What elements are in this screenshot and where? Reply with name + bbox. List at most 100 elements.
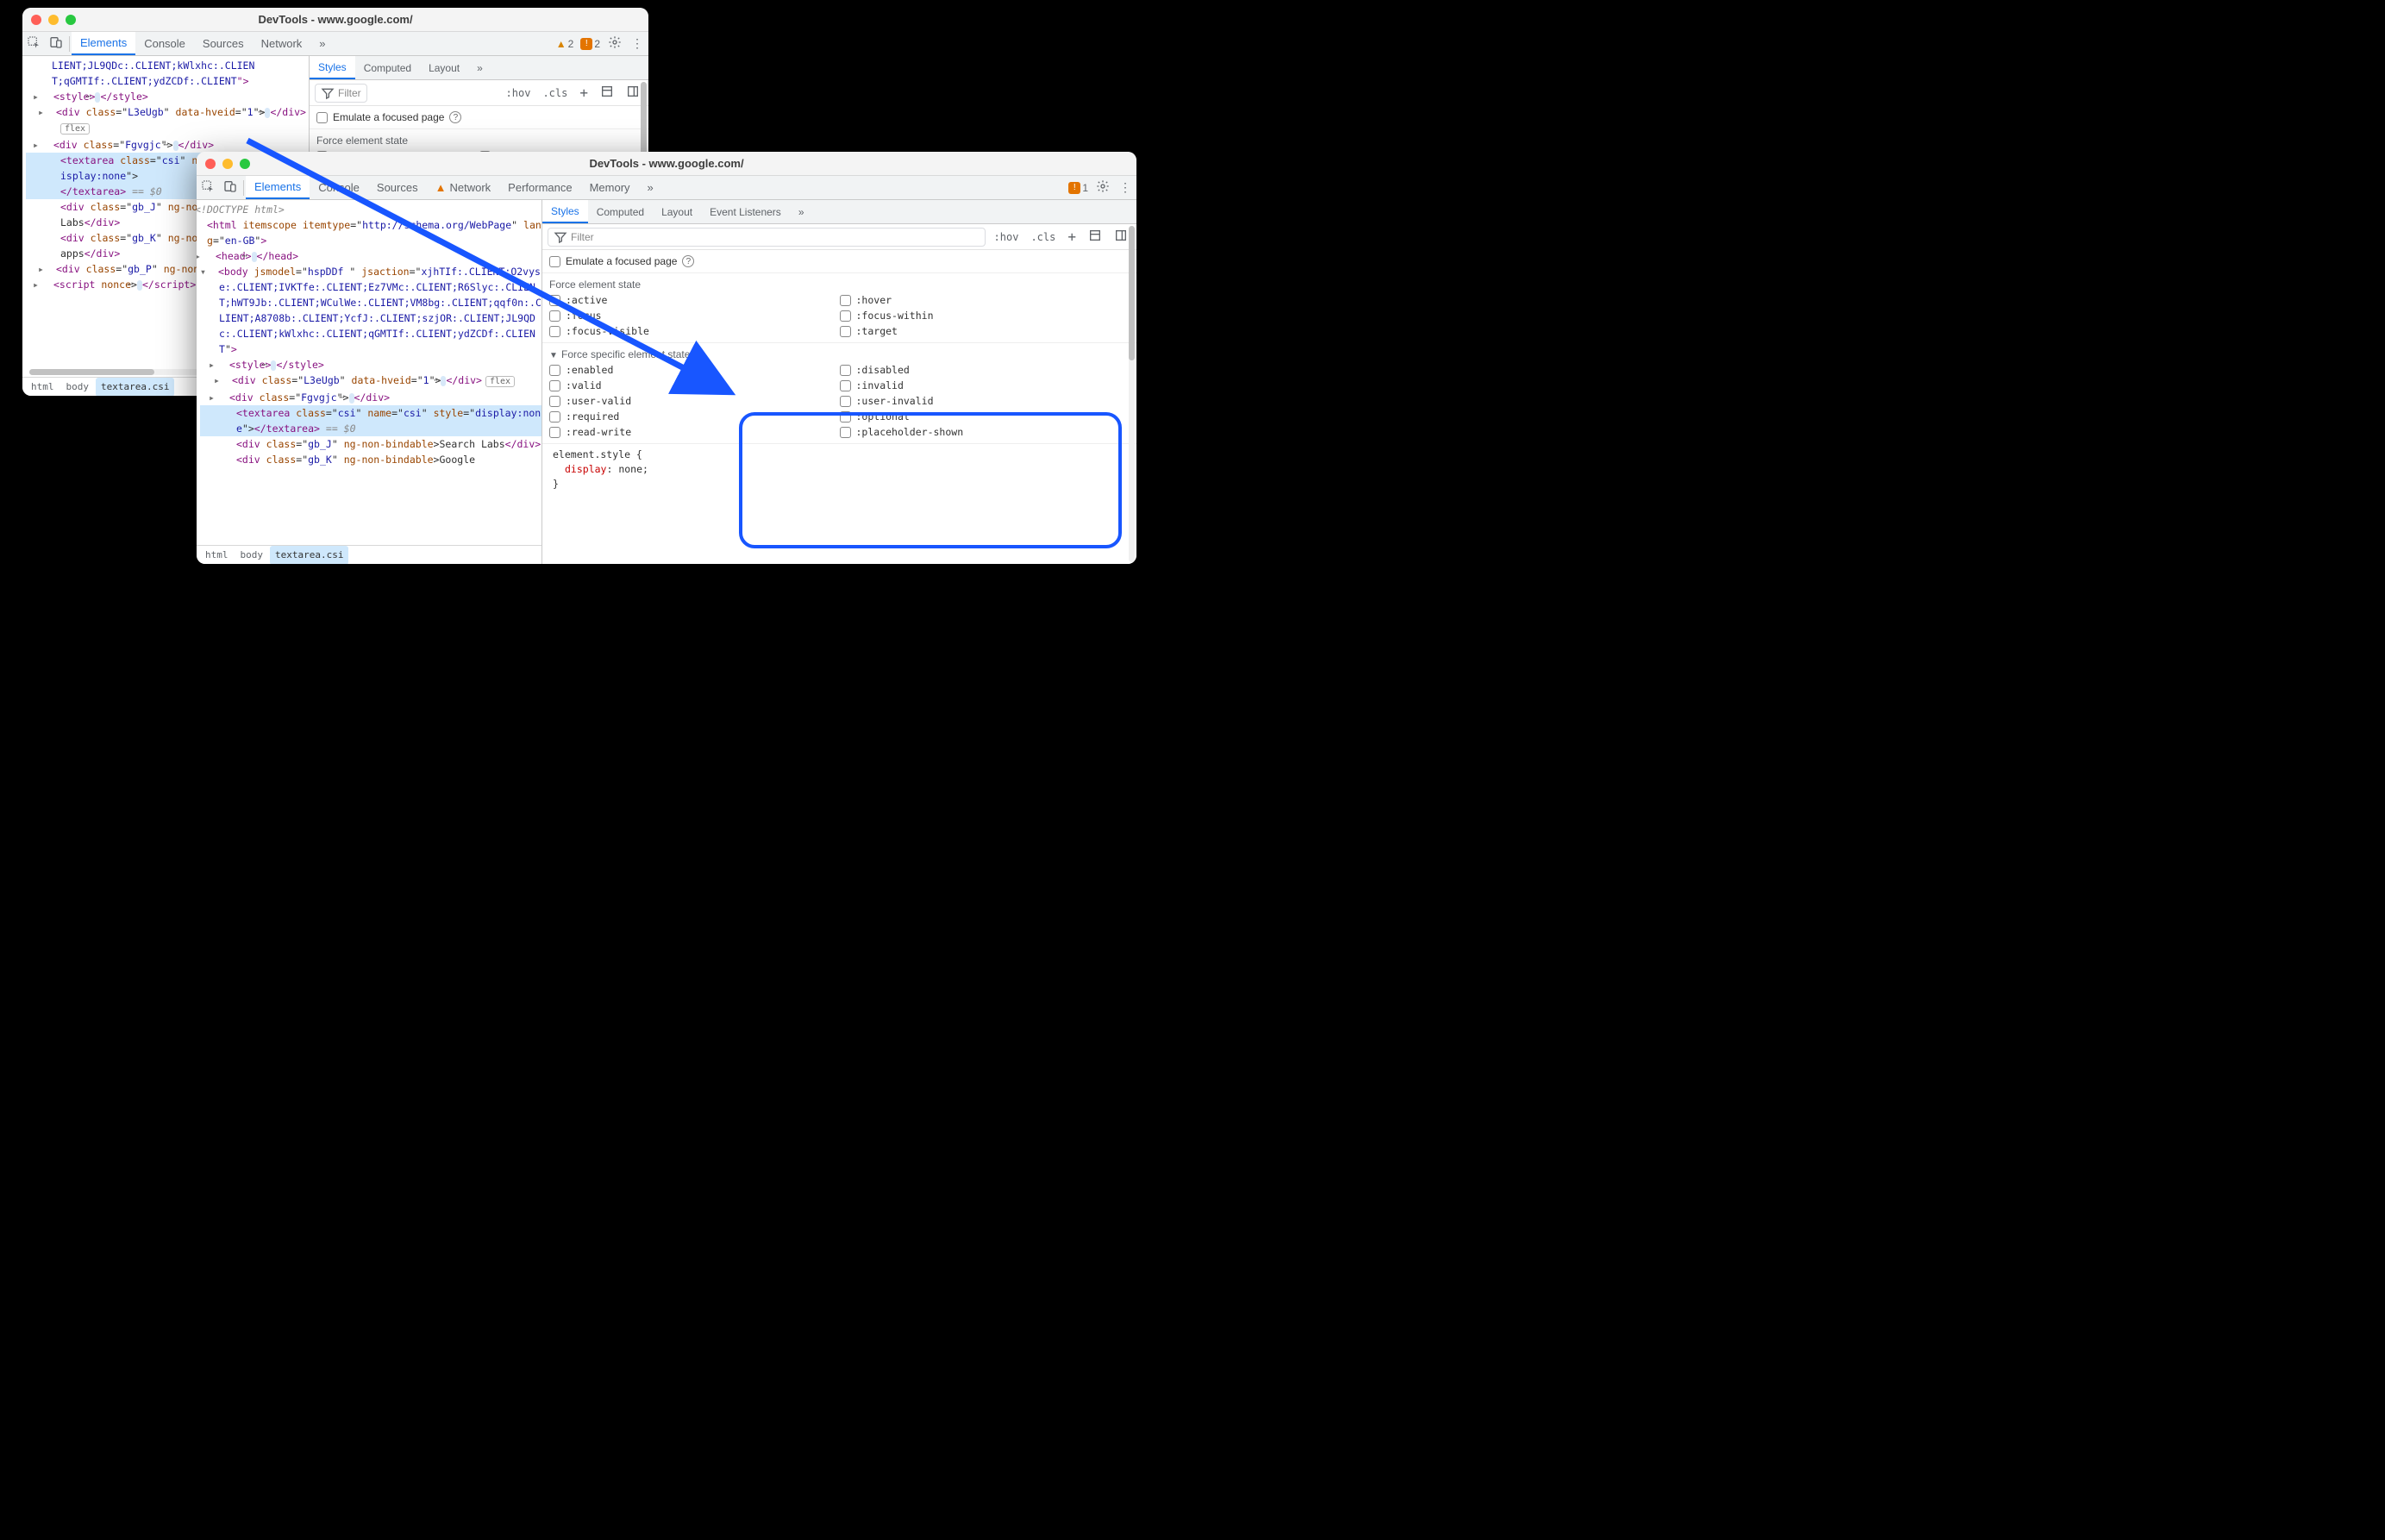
- emulate-row[interactable]: Emulate a focused page ?: [310, 106, 648, 129]
- stab-styles[interactable]: Styles: [310, 56, 355, 79]
- checkbox[interactable]: [549, 256, 560, 267]
- pseudo-active[interactable]: :active: [549, 294, 840, 306]
- tab-overflow[interactable]: »: [310, 32, 334, 55]
- dom-line[interactable]: ▸<div class="L3eUgb" data-hveid="1">⋯</d…: [26, 104, 309, 137]
- pseudo-placeholder-shown[interactable]: :placeholder-shown: [840, 426, 1130, 438]
- crumb-textarea[interactable]: textarea.csi: [96, 378, 174, 397]
- new-rule-button[interactable]: +: [1064, 228, 1080, 245]
- gear-icon[interactable]: [604, 35, 626, 52]
- dom-line[interactable]: <div class="gb_J" ng-non-bindable>Search…: [200, 436, 541, 452]
- pseudo-required[interactable]: :required: [549, 410, 840, 423]
- specific-pseudo-grid: :enabled :disabled :valid :invalid :user…: [542, 364, 1136, 443]
- pseudo-valid[interactable]: :valid: [549, 379, 840, 391]
- dom-line[interactable]: ▸<div class="L3eUgb" data-hveid="1">⋯</d…: [200, 372, 541, 390]
- flex-badge[interactable]: flex: [485, 376, 515, 387]
- tab-console[interactable]: Console: [310, 176, 368, 199]
- help-icon[interactable]: ?: [449, 111, 461, 123]
- filter-input[interactable]: Filter: [315, 84, 367, 103]
- pseudo-invalid[interactable]: :invalid: [840, 379, 1130, 391]
- zoom-icon[interactable]: [240, 159, 250, 169]
- hov-button[interactable]: :hov: [991, 231, 1023, 243]
- pseudo-optional[interactable]: :optional: [840, 410, 1130, 423]
- stab-styles[interactable]: Styles: [542, 200, 588, 223]
- computed-toggle-icon[interactable]: [1085, 228, 1105, 245]
- gear-icon[interactable]: [1092, 179, 1114, 196]
- hov-button[interactable]: :hov: [503, 87, 535, 99]
- crumb-html[interactable]: html: [200, 546, 234, 565]
- filter-input[interactable]: Filter: [548, 228, 986, 247]
- pseudo-focus[interactable]: :focus: [549, 310, 840, 322]
- zoom-icon[interactable]: [66, 15, 76, 25]
- dom-line[interactable]: ▸<div class="Fgvgjc">⋯</div>: [200, 390, 541, 405]
- tab-sources[interactable]: Sources: [194, 32, 253, 55]
- tab-overflow[interactable]: »: [639, 176, 662, 199]
- crumb-body[interactable]: body: [61, 378, 95, 397]
- tab-network[interactable]: Network: [253, 32, 311, 55]
- minimize-icon[interactable]: [222, 159, 233, 169]
- stab-overflow[interactable]: »: [790, 200, 813, 223]
- tab-elements[interactable]: Elements: [72, 32, 135, 55]
- checkbox[interactable]: [316, 112, 328, 123]
- dom-line[interactable]: LIENT;JL9QDc:.CLIENT;kWlxhc:.CLIENT;qGMT…: [26, 58, 309, 89]
- device-icon[interactable]: [45, 35, 67, 52]
- stab-event-listeners[interactable]: Event Listeners: [701, 200, 790, 223]
- emulate-label: Emulate a focused page: [566, 255, 677, 267]
- pseudo-user-valid[interactable]: :user-valid: [549, 395, 840, 407]
- stab-computed[interactable]: Computed: [588, 200, 653, 223]
- css-rules[interactable]: element.style { display: none; }: [542, 443, 1136, 495]
- pseudo-focus-within[interactable]: :focus-within: [840, 310, 1130, 322]
- tab-performance[interactable]: Performance: [499, 176, 580, 199]
- tab-console[interactable]: Console: [135, 32, 194, 55]
- dom-panel[interactable]: <!DOCTYPE html> <html itemscope itemtype…: [197, 200, 541, 564]
- dom-line[interactable]: ▸<style>⋯</style>: [200, 357, 541, 372]
- stab-layout[interactable]: Layout: [653, 200, 701, 223]
- tab-network[interactable]: ▲Network: [427, 176, 500, 199]
- dom-line[interactable]: <div class="gb_K" ng-non-bindable>Google: [200, 452, 541, 467]
- close-icon[interactable]: [31, 15, 41, 25]
- warnings-badge[interactable]: ▲2: [553, 38, 578, 50]
- emulate-row[interactable]: Emulate a focused page ?: [542, 250, 1136, 273]
- dom-line-selected[interactable]: ⋯ <textarea class="csi" name="csi" style…: [200, 405, 541, 436]
- crumb-html[interactable]: html: [26, 378, 59, 397]
- pseudo-disabled[interactable]: :disabled: [840, 364, 1130, 376]
- device-icon[interactable]: [219, 179, 241, 196]
- computed-toggle-icon[interactable]: [597, 85, 617, 101]
- stab-computed[interactable]: Computed: [355, 56, 420, 79]
- tab-sources[interactable]: Sources: [368, 176, 427, 199]
- cls-button[interactable]: .cls: [1027, 231, 1059, 243]
- flex-badge[interactable]: flex: [60, 123, 90, 135]
- pseudo-grid: :active :hover :focus :focus-within :foc…: [542, 294, 1136, 342]
- dom-line[interactable]: ▾<body jsmodel="hspDDf " jsaction="xjhTI…: [200, 264, 541, 357]
- tab-memory[interactable]: Memory: [581, 176, 639, 199]
- errors-badge[interactable]: !2: [577, 38, 604, 50]
- v-scrollbar[interactable]: [1129, 226, 1135, 562]
- pseudo-read-write[interactable]: :read-write: [549, 426, 840, 438]
- dom-line[interactable]: <!DOCTYPE html>: [200, 202, 541, 217]
- pseudo-enabled[interactable]: :enabled: [549, 364, 840, 376]
- dom-line[interactable]: <html itemscope itemtype="http://schema.…: [200, 217, 541, 248]
- kebab-icon[interactable]: ⋮: [1114, 180, 1136, 195]
- tab-elements[interactable]: Elements: [246, 176, 310, 199]
- pseudo-focus-visible[interactable]: :focus-visible: [549, 325, 840, 337]
- inspect-icon[interactable]: [197, 179, 219, 196]
- pseudo-target[interactable]: :target: [840, 325, 1130, 337]
- minimize-icon[interactable]: [48, 15, 59, 25]
- filter-toolbar: Filter :hov .cls +: [310, 80, 648, 106]
- stab-overflow[interactable]: »: [468, 56, 491, 79]
- dom-line[interactable]: ▸<div class="Fgvgjc">⋯</div>: [26, 137, 309, 153]
- crumb-textarea[interactable]: textarea.csi: [270, 546, 348, 565]
- dom-line[interactable]: ▸<head>⋯</head>: [200, 248, 541, 264]
- pseudo-hover[interactable]: :hover: [840, 294, 1130, 306]
- errors-badge[interactable]: !1: [1065, 182, 1092, 194]
- stab-layout[interactable]: Layout: [420, 56, 468, 79]
- new-rule-button[interactable]: +: [576, 85, 592, 101]
- kebab-icon[interactable]: ⋮: [626, 36, 648, 51]
- cls-button[interactable]: .cls: [539, 87, 571, 99]
- force-specific-label[interactable]: ▼Force specific element state: [542, 342, 1136, 364]
- crumb-body[interactable]: body: [235, 546, 269, 565]
- pseudo-user-invalid[interactable]: :user-invalid: [840, 395, 1130, 407]
- inspect-icon[interactable]: [22, 35, 45, 52]
- dom-line[interactable]: ▸<style>⋯</style>: [26, 89, 309, 104]
- close-icon[interactable]: [205, 159, 216, 169]
- help-icon[interactable]: ?: [682, 255, 694, 267]
